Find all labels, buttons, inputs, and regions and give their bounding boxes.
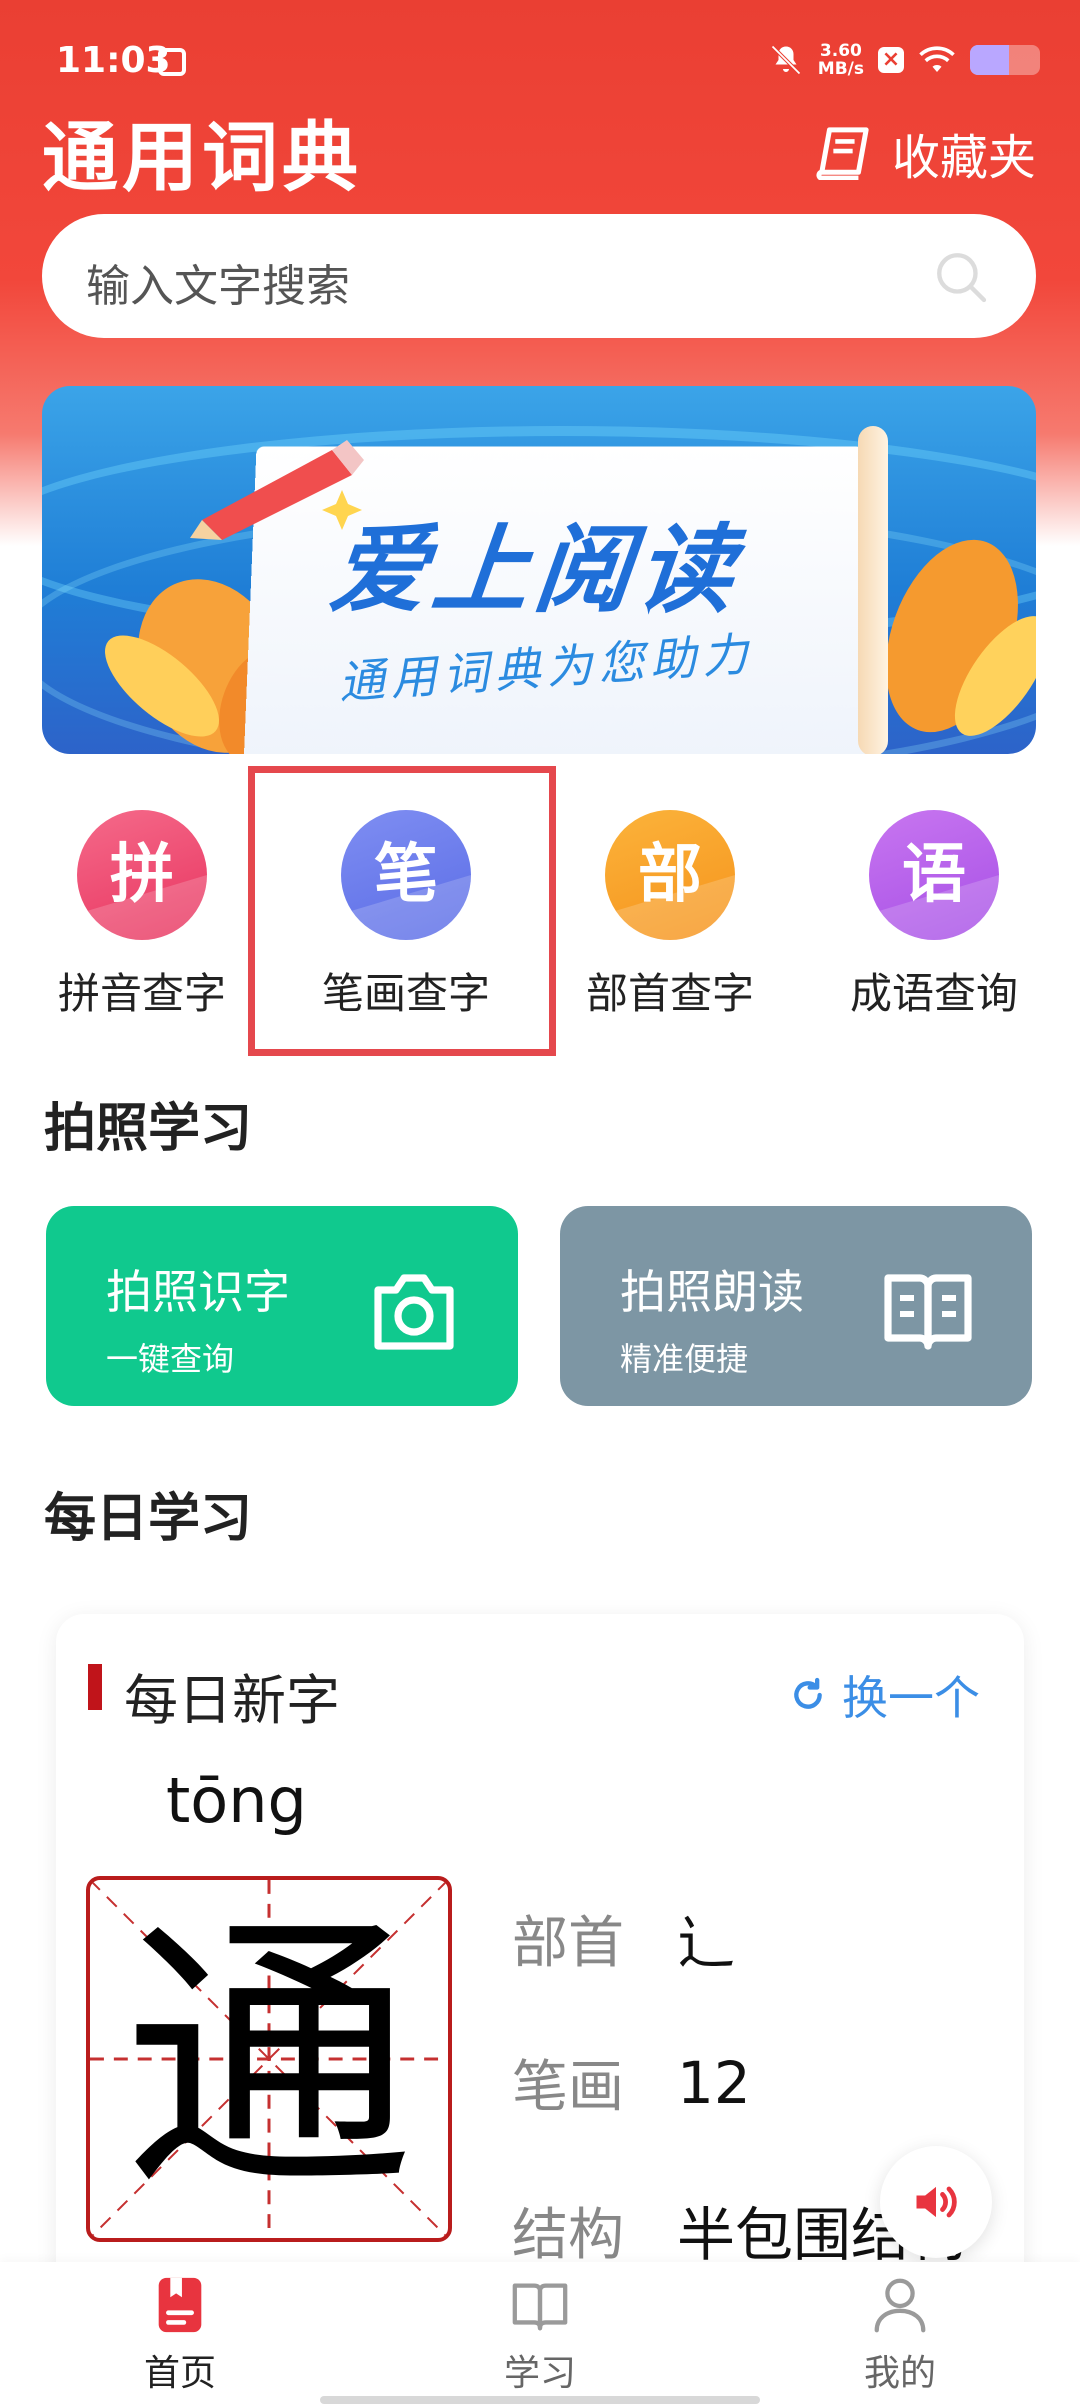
user-icon [874,2278,926,2333]
app-notification-icon: × [878,47,904,73]
info-value: 辶 [677,1909,736,1977]
search-icon[interactable] [932,248,990,306]
daily-card-title: 每日新字 [124,1669,340,1732]
daily-character-card: 每日新字 换一个 tōng 通 部首 辶 笔画 12 结构 半包围结构 [56,1614,1024,2374]
nav-home[interactable]: 首页 [80,2274,280,2396]
search-placeholder: 输入文字搜索 [86,261,350,312]
open-book-icon [884,1274,972,1350]
nav-label: 学习 [503,2353,576,2394]
home-indicator[interactable] [320,2396,760,2404]
info-key: 笔画 [512,2055,624,2120]
refresh-label: 换一个 [842,1671,980,1725]
notification-icon [158,48,186,76]
section-title-daily: 每日学习 [44,1489,253,1549]
favorites-label: 收藏夹 [891,130,1036,186]
radical-icon: 部 [605,810,735,940]
nav-study[interactable]: 学习 [440,2274,640,2396]
nav-label: 我的 [863,2353,936,2394]
photo-card-subtitle: 一键查询 [106,1340,235,1378]
info-key: 部首 [512,1910,624,1976]
quick-entry-label: 拼音查字 [57,969,226,1018]
nav-profile[interactable]: 我的 [800,2274,1000,2396]
photo-card-subtitle: 精准便捷 [620,1340,749,1378]
battery-level [970,45,1009,75]
quick-entry-label: 成语查询 [849,969,1018,1018]
speaker-icon [916,2186,957,2218]
highlight-box [248,766,556,1056]
section-title-photo: 拍照学习 [44,1099,253,1159]
network-speed-unit: MB/s [817,59,864,79]
character-grid-box[interactable]: 通 [86,1876,452,2242]
quick-entry-label: 部首查字 [585,969,754,1018]
network-speed-value: 3.60 [819,41,862,61]
battery-icon [970,45,1040,75]
status-time: 11:03 [56,40,171,81]
book-icon [512,2283,568,2331]
banner-leaf-right [886,539,1036,736]
camera-icon [374,1274,454,1350]
promo-banner[interactable]: 爱上阅读 通用词典为您助力 [42,386,1036,754]
wifi-icon [919,46,955,72]
network-speed: 3.60 MB/s [818,42,864,78]
photo-card-title: 拍照识字 [106,1265,290,1319]
photo-recognize-card[interactable]: 拍照识字 一键查询 [46,1206,518,1406]
banner-scroll-roll [858,426,888,754]
quick-entry-idiom[interactable]: 语 成语查询 [824,810,1044,1021]
title-accent-bar [88,1664,102,1710]
favorites-book-icon [816,127,869,180]
info-row-strokes: 笔画 12 [512,2042,751,2123]
bottom-navigation: 首页 学习 我的 [0,2262,1080,2408]
search-input[interactable]: 输入文字搜索 [42,214,1036,338]
photo-read-card[interactable]: 拍照朗读 精准便捷 [560,1206,1032,1406]
quick-entry-radical[interactable]: 部 部首查字 [560,810,780,1021]
pinyin-icon: 拼 [77,810,207,940]
nav-label: 首页 [143,2353,216,2394]
info-value: 12 [677,2048,751,2117]
status-icons: 3.60 MB/s × [768,42,1040,78]
info-row-radical: 部首 辶 [512,1896,735,1980]
idiom-icon: 语 [869,810,999,940]
mute-bell-icon [770,45,801,75]
character-pinyin: tōng [166,1764,307,1837]
daily-card-content: 每日新字 换一个 tōng 通 部首 辶 笔画 12 结构 半包围结构 [56,1614,1024,2264]
pronunciation-button[interactable] [880,2146,992,2258]
info-key: 结构 [512,2202,624,2265]
refresh-button[interactable]: 换一个 [788,1662,980,1728]
refresh-icon [794,1677,822,1709]
quick-entry-pinyin[interactable]: 拼 拼音查字 [32,810,252,1021]
home-doc-icon [158,2277,202,2333]
favorites-button[interactable]: 收藏夹 [814,118,1036,188]
app-title: 通用词典 [42,113,362,202]
banner-headline: 爱上阅读 [325,514,745,626]
photo-card-title: 拍照朗读 [620,1265,804,1319]
daily-character: 通 [124,1891,414,2228]
app-screen: 11:03 3.60 MB/s × 通用词典 收藏夹 输入文字搜索 爱上阅读 通… [0,0,1080,2408]
